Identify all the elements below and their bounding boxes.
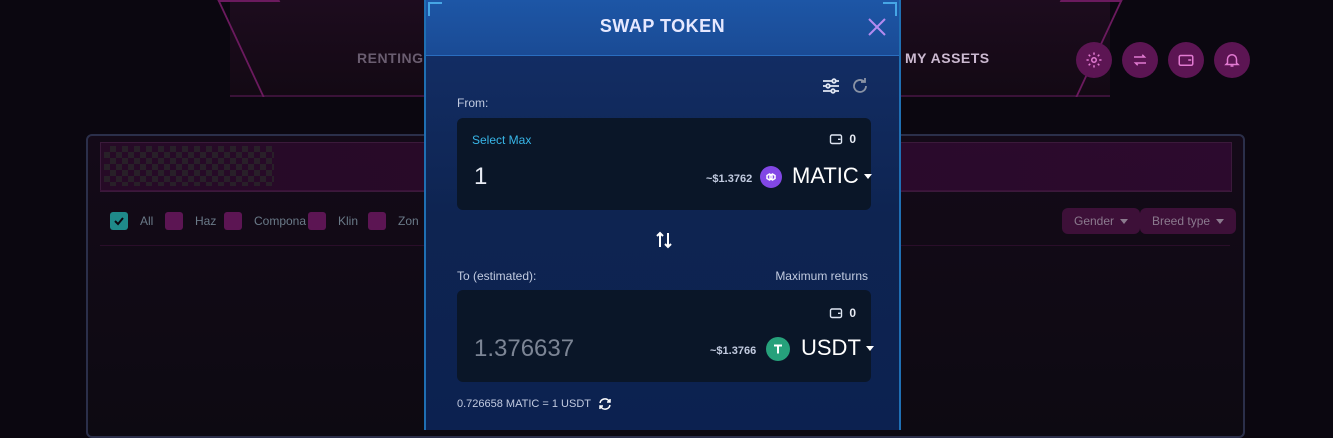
chevron-down-icon	[863, 173, 872, 179]
checkbox-compona[interactable]	[224, 212, 242, 230]
from-token-select[interactable]: MATIC	[792, 163, 872, 189]
maximum-returns-label: Maximum returns	[775, 269, 868, 283]
nav-my-assets[interactable]: MY ASSETS	[905, 50, 990, 66]
refresh-rate-icon[interactable]	[597, 396, 613, 412]
from-usd-value: ~$1.3762	[706, 173, 753, 185]
checkbox-haz[interactable]	[165, 212, 183, 230]
close-icon[interactable]	[866, 16, 888, 38]
swap-button[interactable]	[1122, 42, 1158, 78]
filter-label: Haz	[195, 214, 217, 228]
filter-label: Klin	[338, 214, 359, 228]
from-token-label: MATIC	[792, 163, 859, 188]
wallet-button[interactable]	[1168, 42, 1204, 78]
settings-button[interactable]	[1076, 42, 1112, 78]
modal-title: SWAP TOKEN	[599, 16, 726, 36]
breed-type-dropdown[interactable]: Breed type	[1140, 208, 1237, 234]
gear-icon	[1086, 52, 1102, 68]
chevron-down-icon	[1120, 218, 1129, 224]
modal-header: SWAP TOKEN	[426, 0, 899, 56]
chevron-down-icon	[865, 345, 874, 351]
filter-all[interactable]: All	[110, 212, 153, 230]
check-icon	[114, 217, 124, 226]
refresh-icon[interactable]	[850, 76, 870, 96]
to-usd-value: ~$1.3766	[710, 345, 757, 357]
swap-direction-icon[interactable]	[654, 229, 674, 251]
to-amount-input[interactable]	[472, 334, 676, 364]
filter-klin[interactable]: Klin	[308, 212, 358, 230]
breed-type-dropdown-label: Breed type	[1152, 214, 1211, 228]
to-label: To (estimated):	[457, 269, 537, 283]
swap-icon	[1133, 54, 1147, 66]
checkbox-klin[interactable]	[308, 212, 326, 230]
from-label: From:	[457, 96, 489, 110]
notifications-button[interactable]	[1214, 42, 1250, 78]
filter-label: Zon	[398, 214, 419, 228]
filter-compona[interactable]: Compona	[224, 212, 306, 230]
from-token-box: Select Max 0 ~$1.3762 MATIC	[457, 118, 872, 210]
to-balance-value: 0	[849, 306, 856, 320]
filter-zon[interactable]: Zon	[368, 212, 419, 230]
polygon-icon	[760, 166, 782, 188]
gender-dropdown-label: Gender	[1074, 214, 1115, 228]
filter-haz[interactable]: Haz	[165, 212, 216, 230]
swap-token-modal: SWAP TOKEN From: Select Max 0 ~$1.3762	[424, 0, 901, 430]
to-balance: 0	[829, 306, 856, 320]
filter-label: All	[140, 214, 154, 228]
select-max-link[interactable]: Select Max	[472, 133, 531, 147]
to-token-select[interactable]: USDT	[801, 335, 874, 361]
wallet-icon	[1178, 54, 1194, 66]
from-balance-value: 0	[849, 132, 856, 146]
to-token-label: USDT	[801, 335, 861, 360]
checkbox-zon[interactable]	[368, 212, 386, 230]
from-amount-input[interactable]	[472, 162, 676, 192]
from-balance: 0	[829, 132, 856, 146]
chevron-down-icon	[1216, 218, 1225, 224]
exchange-rate: 0.726658 MATIC = 1 USDT	[457, 396, 613, 412]
wallet-icon	[830, 134, 843, 145]
tether-icon	[766, 337, 790, 361]
checkered-pattern	[104, 146, 274, 186]
gender-dropdown[interactable]: Gender	[1062, 208, 1141, 234]
bell-icon	[1224, 54, 1240, 67]
filter-label: Compona	[254, 214, 307, 228]
wallet-icon	[830, 308, 843, 319]
to-token-box: 0 ~$1.3766 USDT	[457, 290, 874, 382]
checkbox-all[interactable]	[110, 212, 128, 230]
sliders-icon[interactable]	[821, 76, 841, 96]
exchange-rate-text: 0.726658 MATIC = 1 USDT	[457, 398, 591, 410]
nav-renting[interactable]: RENTING	[357, 50, 424, 66]
